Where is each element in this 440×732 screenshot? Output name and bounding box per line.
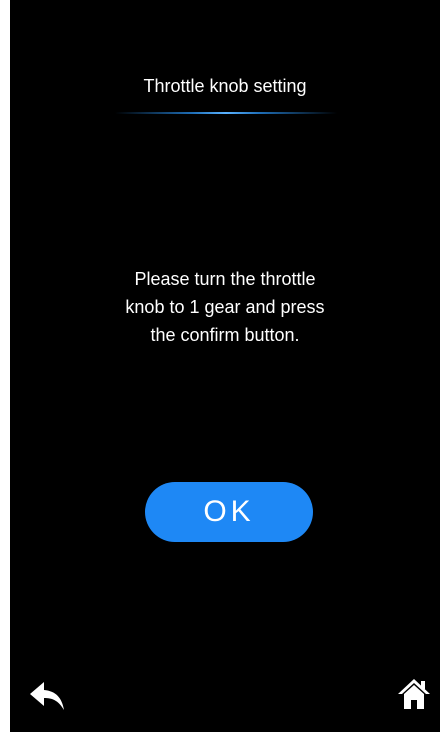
page-title: Throttle knob setting bbox=[143, 76, 307, 96]
throttle-setting-screen: Throttle knob setting Please turn the th… bbox=[10, 0, 440, 732]
back-button[interactable] bbox=[28, 678, 68, 714]
instruction-line-3: the confirm button. bbox=[150, 325, 300, 345]
home-icon bbox=[396, 676, 432, 712]
instruction-line-1: Please turn the throttle bbox=[134, 269, 316, 289]
instruction-line-2: knob to 1 gear and press bbox=[125, 297, 325, 317]
title-divider bbox=[115, 112, 337, 114]
back-arrow-icon bbox=[28, 678, 68, 714]
ok-button[interactable]: OK bbox=[145, 482, 313, 542]
instruction-message: Please turn the throttle knob to 1 gear … bbox=[90, 265, 360, 349]
home-button[interactable] bbox=[396, 676, 432, 712]
ok-button-label: OK bbox=[203, 495, 255, 528]
